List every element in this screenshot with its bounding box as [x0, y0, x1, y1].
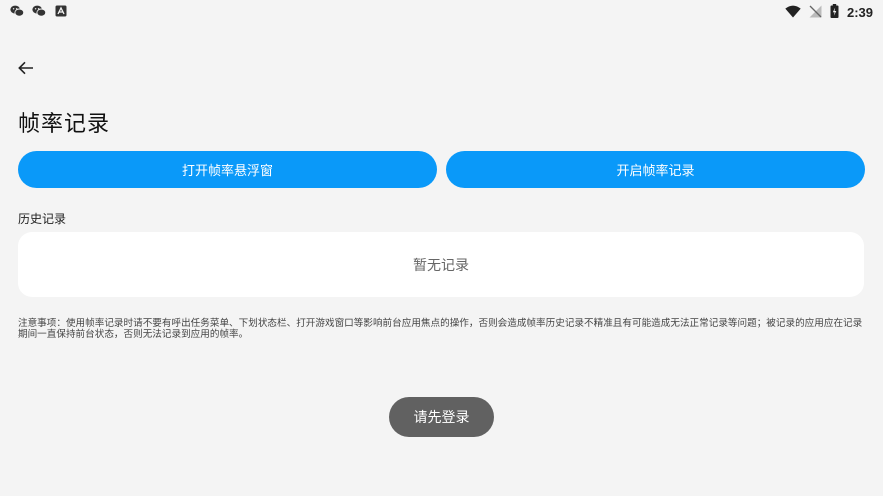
- back-button[interactable]: [14, 56, 38, 80]
- battery-icon: [830, 3, 839, 22]
- login-button[interactable]: 请先登录: [389, 397, 494, 437]
- no-signal-icon: [809, 3, 822, 22]
- history-empty-text: 暂无记录: [413, 257, 469, 274]
- history-list-card: 暂无记录: [18, 232, 864, 297]
- open-fps-overlay-button[interactable]: 打开帧率悬浮窗: [18, 151, 437, 188]
- status-bar: 2:39: [0, 0, 883, 24]
- notice-text: 注意事项：使用帧率记录时请不要有呼出任务菜单、下划状态栏、打开游戏窗口等影响前台…: [18, 318, 863, 340]
- app-notification-icon: [54, 5, 68, 17]
- wechat-icon: [10, 5, 24, 17]
- back-arrow-icon: [18, 61, 33, 75]
- notification-icons: [10, 5, 68, 17]
- wechat-icon: [32, 5, 46, 17]
- page-title: 帧率记录: [18, 112, 111, 137]
- wifi-icon: [785, 3, 801, 22]
- history-section-label: 历史记录: [18, 212, 67, 226]
- system-icons: 2:39: [785, 3, 873, 22]
- start-fps-record-button[interactable]: 开启帧率记录: [446, 151, 865, 188]
- status-time: 2:39: [846, 5, 873, 20]
